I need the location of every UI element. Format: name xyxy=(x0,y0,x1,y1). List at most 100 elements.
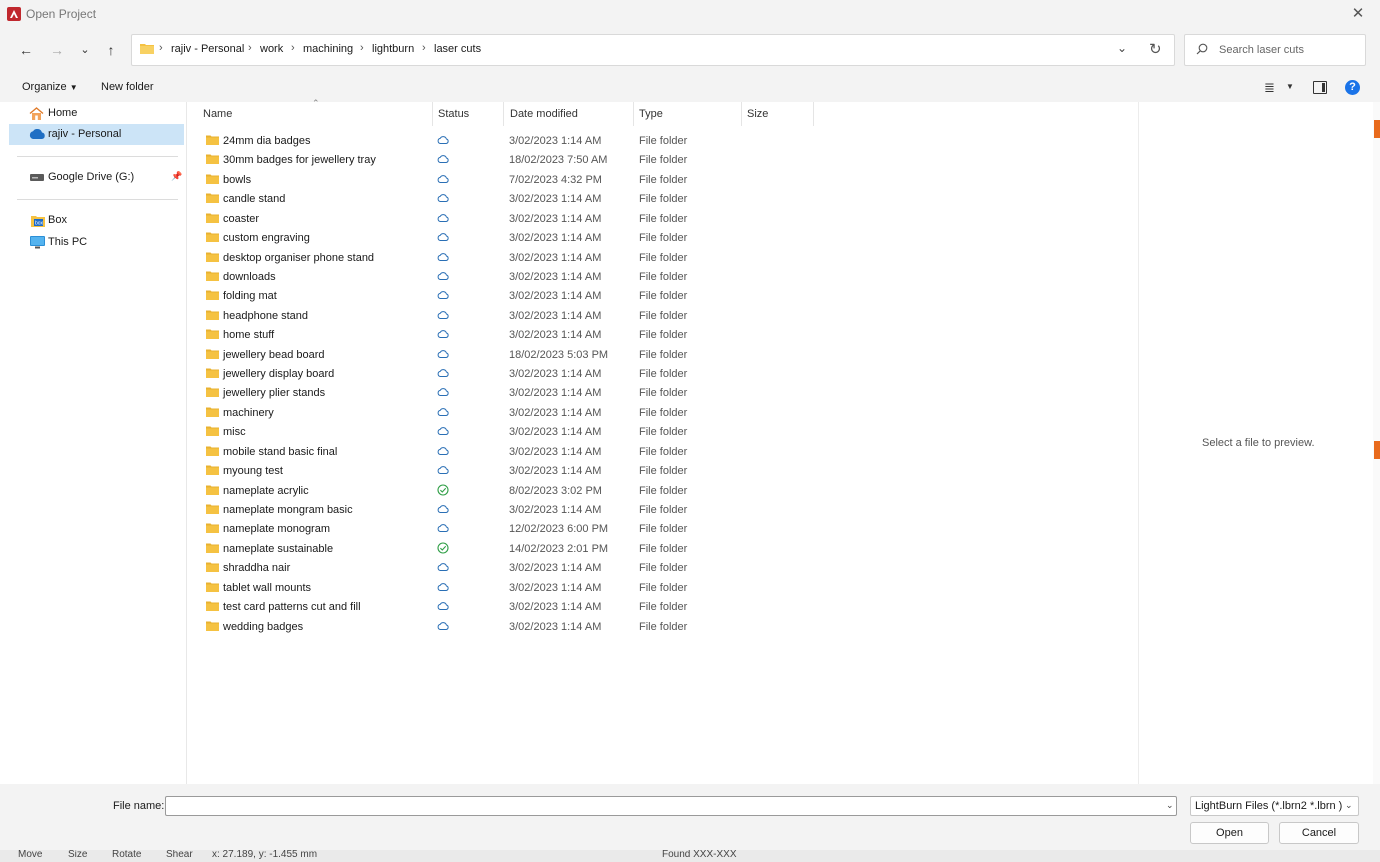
file-name: downloads xyxy=(223,270,276,283)
column-header-name[interactable]: Name xyxy=(203,108,232,120)
file-type: File folder xyxy=(639,523,688,536)
status-item: Rotate xyxy=(112,850,142,860)
file-row[interactable]: desktop organiser phone stand 3/02/2023 1… xyxy=(197,249,817,268)
file-row[interactable]: test card patterns cut and fill 3/02/2023… xyxy=(197,598,817,617)
new-folder-button[interactable]: New folder xyxy=(101,81,154,93)
file-row[interactable]: jewellery bead board 18/02/2023 5:03 PM Fi… xyxy=(197,346,817,365)
file-date-modified: 3/02/2023 1:14 AM xyxy=(509,135,602,147)
folder-icon xyxy=(206,426,219,437)
sidebar-item-google-drive[interactable]: Google Drive (G:) 📌 xyxy=(9,167,184,188)
recent-locations-button[interactable]: ⌄ xyxy=(75,40,95,60)
file-row[interactable]: myoung test 3/02/2023 1:14 AM File folder xyxy=(197,462,817,481)
file-type: File folder xyxy=(639,581,688,594)
help-button[interactable]: ? xyxy=(1345,80,1360,95)
cloud-only-icon xyxy=(437,446,449,455)
forward-button[interactable]: → xyxy=(47,40,67,60)
column-divider[interactable] xyxy=(813,102,814,126)
breadcrumb-item[interactable]: machining xyxy=(303,43,353,55)
column-header-date-modified[interactable]: Date modified xyxy=(510,108,578,120)
file-row[interactable]: nameplate sustainable 14/02/2023 2:01 PM F… xyxy=(197,540,817,559)
file-name: wedding badges xyxy=(223,620,304,633)
file-type: File folder xyxy=(639,445,688,458)
cloud-only-icon xyxy=(437,505,449,513)
organize-menu-button[interactable]: Organize ▼ xyxy=(22,81,78,93)
file-row[interactable]: nameplate acrylic 8/02/2023 3:02 PM File f… xyxy=(197,482,817,501)
column-header-type[interactable]: Type xyxy=(639,108,663,120)
file-row[interactable]: tablet wall mounts 3/02/2023 1:14 AM File … xyxy=(197,579,817,598)
search-box[interactable]: Search laser cuts xyxy=(1184,34,1366,66)
file-row[interactable]: downloads 3/02/2023 1:14 AM File folder xyxy=(197,268,817,287)
file-row[interactable]: wedding badges 3/02/2023 1:14 AM File fold… xyxy=(197,618,817,637)
window-title: Open Project xyxy=(26,7,97,21)
arrow-left-icon: ← xyxy=(19,42,33,58)
sidebar-item-box[interactable]: box Box xyxy=(9,210,184,231)
file-name: nameplate monogram xyxy=(223,523,331,536)
file-row[interactable]: home stuff 3/02/2023 1:14 AM File folder xyxy=(197,326,817,345)
file-row[interactable]: headphone stand 3/02/2023 1:14 AM File fol… xyxy=(197,307,817,326)
pin-icon[interactable]: 📌 xyxy=(171,171,182,182)
background-accent-mark xyxy=(1374,441,1380,459)
breadcrumb-separator-icon: › xyxy=(159,42,163,54)
file-date-modified: 3/02/2023 1:14 AM xyxy=(509,193,602,206)
refresh-button[interactable]: ↻ xyxy=(1149,40,1162,58)
sidebar-item-onedrive[interactable]: rajiv - Personal xyxy=(9,124,184,145)
chevron-down-icon: ⌄ xyxy=(1117,41,1128,55)
cancel-button[interactable]: Cancel xyxy=(1279,822,1359,844)
file-name: coaster xyxy=(223,212,260,225)
file-row[interactable]: nameplate monogram 12/02/2023 6:00 PM File… xyxy=(197,520,817,539)
sidebar-item-this-pc[interactable]: This PC xyxy=(9,232,184,253)
folder-icon xyxy=(206,504,219,514)
column-divider[interactable] xyxy=(432,102,433,126)
file-name: tablet wall mounts xyxy=(223,581,312,594)
close-button[interactable]: ✕ xyxy=(1346,3,1370,25)
column-header-status[interactable]: Status xyxy=(438,108,469,120)
file-row[interactable]: shraddha nair 3/02/2023 1:14 AM File folde… xyxy=(197,559,817,578)
address-bar[interactable]: › rajiv - Personal › work › machining › … xyxy=(131,34,1175,66)
file-name-dropdown[interactable]: ⌄ xyxy=(1166,800,1174,811)
file-row[interactable]: bowls 7/02/2023 4:32 PM File folder xyxy=(197,171,817,190)
column-divider[interactable] xyxy=(503,102,504,126)
file-row[interactable]: 30mm badges for jewellery tray 18/02/2023… xyxy=(197,151,817,170)
file-row[interactable]: nameplate mongram basic 3/02/2023 1:14 AM… xyxy=(197,501,817,520)
open-button[interactable]: Open xyxy=(1190,822,1269,844)
up-button[interactable]: ↑ xyxy=(101,40,121,60)
folder-icon xyxy=(206,387,219,398)
file-name: 30mm badges for jewellery tray xyxy=(223,154,376,167)
view-dropdown-button[interactable]: ▼ xyxy=(1286,82,1294,91)
file-row[interactable]: candle stand 3/02/2023 1:14 AM File folder xyxy=(197,190,817,209)
file-row[interactable]: coaster 3/02/2023 1:14 AM File folder xyxy=(197,210,817,229)
breadcrumb-item[interactable]: lightburn xyxy=(372,43,414,55)
file-type: File folder xyxy=(639,173,688,186)
file-row[interactable]: 24mm dia badges 3/02/2023 1:14 AM File fol… xyxy=(197,132,817,151)
breadcrumb-item[interactable]: work xyxy=(260,43,283,55)
view-options-button[interactable]: ≣ xyxy=(1264,80,1275,96)
cloud-only-icon xyxy=(437,524,449,533)
breadcrumb-item[interactable]: laser cuts xyxy=(434,43,481,55)
preview-pane-toggle[interactable] xyxy=(1313,81,1327,94)
file-type-filter-select[interactable]: LightBurn Files (*.lbrn2 *.lbrn ) ⌄ xyxy=(1190,796,1359,816)
file-row[interactable]: jewellery display board 3/02/2023 1:14 AM… xyxy=(197,365,817,384)
file-row[interactable]: misc 3/02/2023 1:14 AM File folder xyxy=(197,423,817,442)
file-row[interactable]: mobile stand basic final 3/02/2023 1:14 A… xyxy=(197,443,817,462)
address-history-dropdown[interactable]: ⌄ xyxy=(1117,41,1127,55)
column-header-size[interactable]: Size xyxy=(747,108,768,120)
breadcrumb-separator-icon: › xyxy=(422,42,426,54)
file-row[interactable]: folding mat 3/02/2023 1:14 AM File folder xyxy=(197,287,817,306)
file-name: jewellery display board xyxy=(223,368,335,381)
column-divider[interactable] xyxy=(741,102,742,126)
back-button[interactable]: ← xyxy=(16,40,36,60)
file-date-modified: 14/02/2023 2:01 PM xyxy=(509,542,609,555)
dialog-footer xyxy=(0,784,1380,850)
file-row[interactable]: custom engraving 3/02/2023 1:14 AM File fo… xyxy=(197,229,817,248)
sidebar-item-label: Box xyxy=(48,214,67,226)
file-type: File folder xyxy=(639,562,688,575)
sidebar-item-home[interactable]: Home xyxy=(9,103,184,124)
file-name-input[interactable] xyxy=(165,796,1177,816)
breadcrumb-item[interactable]: rajiv - Personal xyxy=(171,43,244,55)
file-row[interactable]: machinery 3/02/2023 1:14 AM File folder xyxy=(197,404,817,423)
column-divider[interactable] xyxy=(633,102,634,126)
file-type: File folder xyxy=(639,309,688,322)
file-row[interactable]: jewellery plier stands 3/02/2023 1:14 AM F… xyxy=(197,384,817,403)
cloud-only-icon xyxy=(437,175,449,183)
file-type: File folder xyxy=(639,329,688,342)
